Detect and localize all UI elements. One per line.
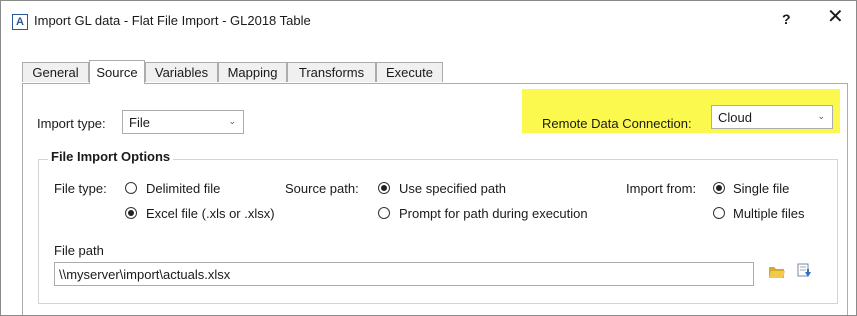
tab-general[interactable]: General	[22, 62, 89, 82]
file-import-options-title: File Import Options	[48, 149, 174, 164]
chevron-down-icon: ⌄	[817, 111, 825, 121]
radio-delimited-file[interactable]	[125, 182, 137, 194]
radio-single-file[interactable]	[713, 182, 725, 194]
download-icon[interactable]	[797, 263, 813, 281]
chevron-down-icon: ⌄	[228, 116, 236, 126]
file-path-value: \\myserver\import\actuals.xlsx	[59, 267, 231, 282]
tab-source[interactable]: Source	[89, 60, 145, 84]
prompt-for-path-label: Prompt for path during execution	[399, 206, 588, 221]
folder-icon[interactable]	[768, 265, 785, 279]
remote-connection-label: Remote Data Connection:	[542, 116, 692, 131]
help-button[interactable]: ?	[782, 11, 791, 27]
window-title: Import GL data - Flat File Import - GL20…	[34, 13, 311, 28]
import-type-value: File	[129, 115, 150, 130]
import-type-select[interactable]: File ⌄	[122, 110, 244, 134]
excel-file-label: Excel file (.xls or .xlsx)	[146, 206, 275, 221]
tab-mapping[interactable]: Mapping	[218, 62, 287, 82]
import-from-label: Import from:	[626, 181, 697, 196]
file-path-input[interactable]: \\myserver\import\actuals.xlsx	[54, 262, 754, 286]
single-file-label: Single file	[733, 181, 790, 196]
close-button[interactable]: ✕	[827, 7, 844, 27]
remote-connection-value: Cloud	[718, 110, 752, 125]
app-icon: A	[12, 14, 28, 30]
tab-transforms[interactable]: Transforms	[287, 62, 376, 82]
source-path-label: Source path:	[285, 181, 359, 196]
radio-multiple-files[interactable]	[713, 207, 725, 219]
use-specified-path-label: Use specified path	[399, 181, 506, 196]
dialog-window: A Import GL data - Flat File Import - GL…	[0, 0, 857, 316]
file-type-label: File type:	[54, 181, 107, 196]
file-path-label: File path	[54, 243, 104, 258]
radio-use-specified-path[interactable]	[378, 182, 390, 194]
multiple-files-label: Multiple files	[733, 206, 805, 221]
remote-connection-select[interactable]: Cloud ⌄	[711, 105, 833, 129]
delimited-file-label: Delimited file	[146, 181, 221, 196]
import-type-label: Import type:	[37, 116, 106, 131]
radio-prompt-for-path[interactable]	[378, 207, 390, 219]
tab-variables[interactable]: Variables	[145, 62, 218, 82]
tab-execute[interactable]: Execute	[376, 62, 443, 82]
radio-excel-file[interactable]	[125, 207, 137, 219]
